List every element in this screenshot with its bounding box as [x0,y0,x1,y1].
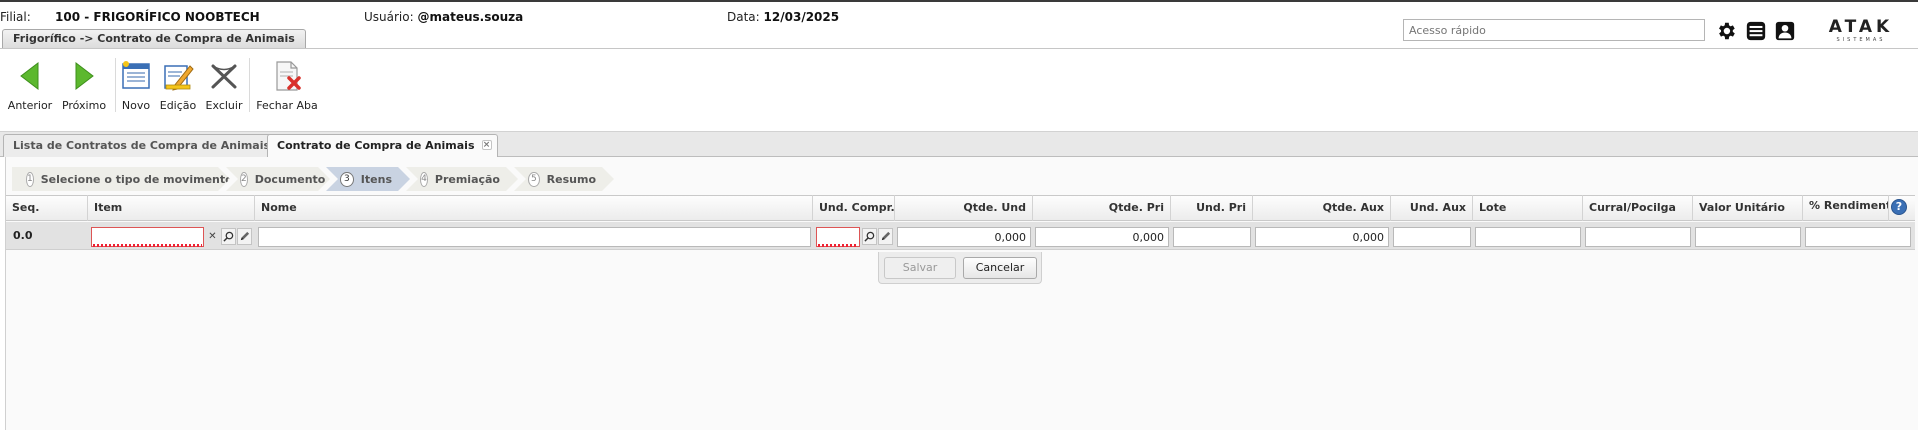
column-nome[interactable]: Nome [255,195,813,221]
und-compra-error-underline [818,244,858,247]
excluir-button[interactable]: Excluir [206,58,242,113]
valor-unitario-input[interactable] [1695,227,1801,247]
filial-value: 100 - FRIGORÍFICO NOOBTECH [55,10,260,24]
column-und-aux[interactable]: Und. Aux [1391,195,1473,221]
column-curral[interactable]: Curral/Pocilga [1583,195,1693,221]
tab-lista-contratos[interactable]: Lista de Contratos de Compra de Animais … [3,134,294,157]
pencil-icon[interactable] [237,228,252,245]
tab-contrato-compra[interactable]: Contrato de Compra de Animais × [267,134,498,158]
filial-info: Filial: [0,10,31,26]
menu-icon[interactable] [1743,18,1769,44]
item-error-underline [93,244,202,247]
arrow-left-icon [18,58,42,94]
step-label: Selecione o tipo de movimento [40,172,233,186]
column-seq[interactable]: Seq. [6,195,88,221]
step-label: Resumo [546,172,596,186]
step-label: Documento [254,172,326,186]
new-document-icon [120,58,152,94]
edicao-button[interactable]: Edição [160,58,196,113]
column-qtde-aux[interactable]: Qtde. Aux [1253,195,1391,221]
top-border [0,0,1918,2]
curral-input[interactable] [1585,227,1691,247]
und-pri-input[interactable] [1173,227,1251,247]
wizard-step-5[interactable]: 5 Resumo [514,167,614,191]
arrow-right-icon [72,58,96,94]
quick-access-input[interactable] [1403,19,1705,41]
row-seq: 0.0 [13,229,33,242]
search-icon[interactable] [221,228,236,245]
rendimento-input[interactable] [1805,227,1911,247]
logo-text: ATAK [1829,17,1893,37]
step-number: 3 [340,172,354,187]
delete-icon [209,58,239,94]
excluir-label: Excluir [205,99,243,112]
qtde-pri-input[interactable] [1035,227,1169,247]
module-tab-line [0,48,1918,49]
novo-button[interactable]: Novo [120,58,152,113]
und-aux-input[interactable] [1393,227,1471,247]
column-qtde-und[interactable]: Qtde. Und [895,195,1033,221]
anterior-label: Anterior [7,99,53,112]
fechar-aba-button[interactable]: Fechar Aba [256,58,318,113]
module-tab[interactable]: Frigorífico -> Contrato de Compra de Ani… [2,29,306,48]
help-icon[interactable]: ? [1891,199,1907,215]
atak-logo: ATAK SISTEMAS [1812,17,1910,43]
column-qtde-pri[interactable]: Qtde. Pri [1033,195,1171,221]
usuario-value: @mateus.souza [417,10,524,24]
data-value: 12/03/2025 [763,10,840,24]
tab-contrato-compra-label: Contrato de Compra de Animais [277,139,475,152]
wizard-step-3[interactable]: 3 Itens [326,167,410,191]
wizard-step-2[interactable]: 2 Documento [226,167,330,191]
data-info: Data: 12/03/2025 [727,10,839,26]
column-rendimento[interactable]: % Rendimento [1803,195,1889,221]
cancel-button[interactable]: Cancelar [963,257,1037,279]
search-icon[interactable] [862,228,877,245]
data-label: Data: [727,10,760,24]
edit-icon [162,58,194,94]
column-lote[interactable]: Lote [1473,195,1583,221]
toolbar-separator [249,58,250,112]
column-und-compra[interactable]: Und. Compr... [813,195,895,221]
proximo-button[interactable]: Próximo [62,58,106,113]
anterior-button[interactable]: Anterior [7,58,53,113]
filial-value-wrap: 100 - FRIGORÍFICO NOOBTECH [55,10,260,26]
save-button[interactable]: Salvar [884,257,956,279]
nome-input[interactable] [258,227,811,247]
column-und-pri[interactable]: Und. Pri [1171,195,1253,221]
step-number: 5 [528,172,540,187]
step-number: 1 [26,172,34,187]
close-icon[interactable]: × [481,140,492,150]
gear-icon[interactable] [1713,18,1739,44]
tab-lista-contratos-label: Lista de Contratos de Compra de Animais [13,139,271,152]
step-label: Itens [360,172,392,186]
usuario-info: Usuário: @mateus.souza [364,10,523,26]
qtde-und-input[interactable] [897,227,1031,247]
fechar-aba-label: Fechar Aba [256,99,318,112]
novo-label: Novo [121,99,151,112]
edicao-label: Edição [159,99,197,112]
step-number: 4 [420,172,428,187]
clear-icon[interactable]: ✕ [205,228,220,245]
toolbar-separator [115,58,116,112]
wizard-step-4[interactable]: 4 Premiação [406,167,518,191]
step-label: Premiação [434,172,500,186]
close-tab-icon [271,58,303,94]
column-item[interactable]: Item [88,195,255,221]
qtde-aux-input[interactable] [1255,227,1389,247]
pencil-icon[interactable] [878,228,893,245]
column-valor-unitario[interactable]: Valor Unitário [1693,195,1803,221]
lote-input[interactable] [1475,227,1581,247]
filial-label: Filial: [0,10,31,24]
proximo-label: Próximo [61,99,107,112]
logo-subtext: SISTEMAS [1837,37,1886,43]
step-number: 2 [240,172,248,187]
usuario-label: Usuário: [364,10,414,24]
wizard-step-1[interactable]: 1 Selecione o tipo de movimento [12,167,230,191]
user-icon[interactable] [1772,18,1798,44]
